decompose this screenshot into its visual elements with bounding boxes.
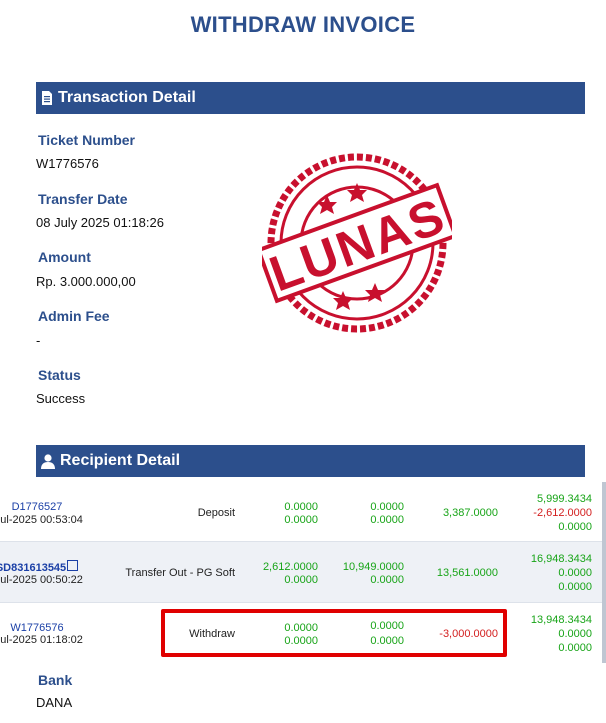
transaction-date: -Jul-2025 01:18:02 [0,634,83,646]
transaction-date: -Jul-2025 00:53:04 [0,514,83,526]
column-1-value: 2,612.0000 [262,561,318,573]
document-icon [40,90,54,106]
balance-value: 0.0000 [558,628,592,640]
admin-fee-label: Admin Fee [38,308,110,324]
recipient-detail-title: Recipient Detail [60,452,181,469]
balance-value: 0.0000 [558,521,592,533]
user-icon [40,453,56,469]
transfer-date-value: 08 July 2025 01:18:26 [36,215,164,230]
transaction-amount: 3,387.0000 [442,507,498,519]
balance-value: 13,948.3434 [530,614,592,626]
column-2-value: 0.0000 [370,574,404,586]
transfer-date-label: Transfer Date [38,191,128,207]
ticket-number-label: Ticket Number [38,132,135,148]
column-1-value: 0.0000 [284,574,318,586]
ticket-number-value: W1776576 [36,156,99,171]
column-2-value: 0.0000 [370,514,404,526]
withdraw-highlight-box [161,609,507,657]
page-title: WITHDRAW INVOICE [190,12,416,37]
recipient-detail-header: Recipient Detail [36,445,585,477]
balance-value: 16,948.3434 [530,553,592,565]
transaction-detail-title: Transaction Detail [58,89,196,106]
balance-value: -2,612.0000 [533,507,592,519]
column-1-value: 0.0000 [284,514,318,526]
copy-icon[interactable] [67,560,79,571]
balance-value: 5,999.3434 [536,493,592,505]
status-value: Success [36,391,86,406]
balance-value: 0.0000 [558,581,592,593]
status-label: Status [38,367,81,383]
admin-fee-value: - [36,333,41,348]
transaction-amount: 13,561.0000 [436,567,498,579]
transaction-id-link[interactable]: D1776527 [0,500,92,514]
amount-value: Rp. 3.000.000,00 [36,274,136,289]
transaction-detail-header: Transaction Detail [36,82,585,114]
balance-value: 0.0000 [558,642,592,654]
bank-label: Bank [38,672,73,688]
table-row: D1776527 -Jul-2025 00:53:04 Deposit 0.00… [0,482,606,542]
column-2-value: 10,949.0000 [342,561,404,573]
amount-label: Amount [38,249,91,265]
table-scrollbar[interactable] [602,482,606,663]
balance-value: 0.0000 [558,567,592,579]
column-2-value: 0.0000 [370,501,404,513]
lunas-stamp: LUNAS [262,153,452,333]
transaction-description: Deposit [197,507,235,519]
column-1-value: 0.0000 [284,501,318,513]
transaction-date: -Jul-2025 00:50:22 [0,574,83,586]
transaction-description: Transfer Out - PG Soft [125,567,235,579]
table-row: SD831613545 -Jul-2025 00:50:22 Transfer … [0,542,606,603]
bank-value: DANA [36,695,73,710]
